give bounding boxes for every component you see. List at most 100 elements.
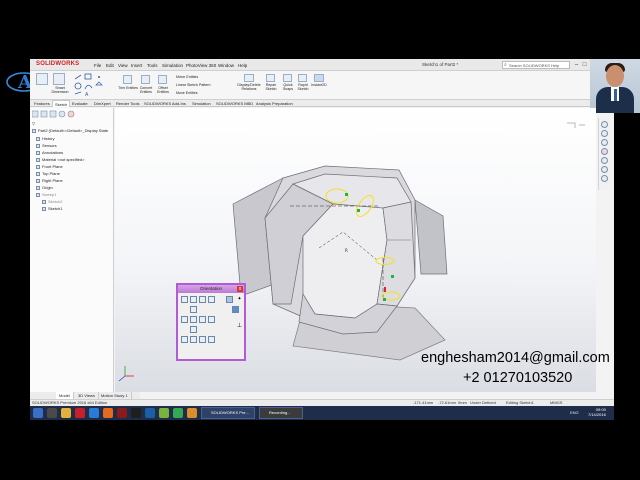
move-entities-label[interactable]: Move Entities	[176, 91, 224, 95]
file-explorer-icon[interactable]	[61, 408, 71, 418]
linear-pattern-label[interactable]: Linear Sketch Pattern	[176, 83, 224, 87]
menu-window[interactable]: Window	[218, 63, 234, 68]
tree-root-part[interactable]: Part2 (Default<<Default>_Display State	[32, 128, 108, 133]
back-view-icon[interactable]	[208, 316, 215, 323]
instant2d-icon[interactable]	[314, 74, 324, 82]
relations-icon[interactable]	[244, 74, 254, 82]
media-icon[interactable]	[131, 408, 141, 418]
sketch-icon[interactable]	[36, 73, 48, 85]
tree-item-front-plane[interactable]: Front Plane	[36, 164, 63, 169]
offset-entities-label[interactable]: Offset Entities	[153, 86, 173, 94]
tree-item-sketch2[interactable]: Sketch2	[42, 199, 62, 204]
design-library-icon[interactable]	[601, 139, 608, 146]
maximize-button[interactable]: □	[580, 61, 589, 69]
pin-icon[interactable]: ✦	[236, 296, 243, 303]
menu-tools[interactable]: Tools	[147, 63, 158, 68]
sketch-entity-icons[interactable]: A	[73, 73, 107, 97]
instant2d-label[interactable]: Instant2D	[309, 83, 329, 87]
tree-item-right-plane[interactable]: Right Plane	[36, 178, 63, 183]
solidworks-logo[interactable]: SOLIDWORKS	[36, 61, 79, 67]
appearances-icon[interactable]	[601, 148, 608, 155]
chrome-icon[interactable]	[173, 408, 183, 418]
tab-model[interactable]: Model	[56, 392, 74, 399]
repair-sketch-icon[interactable]	[266, 74, 275, 82]
folder-icon[interactable]	[187, 408, 197, 418]
view-pin-icon[interactable]	[181, 296, 188, 303]
tree-item-sensors[interactable]: Sensors	[36, 143, 57, 148]
tab-render-tools[interactable]: Render Tools	[114, 100, 142, 107]
menu-help[interactable]: Help	[238, 63, 247, 68]
isometric-cube-icon[interactable]	[232, 306, 239, 313]
tab-addins[interactable]: SOLIDWORKS Add-Ins	[142, 100, 188, 107]
ie-icon[interactable]	[89, 408, 99, 418]
heads-up-view-toolbar[interactable]	[565, 121, 595, 130]
menu-photoview[interactable]: PhotoView 360	[186, 63, 216, 68]
help-search-input[interactable]: ⌕ Search SOLIDWORKS Help	[502, 61, 570, 69]
close-icon[interactable]: x	[237, 286, 243, 292]
new-view-icon[interactable]	[190, 296, 197, 303]
tree-item-origin[interactable]: Origin	[36, 185, 53, 190]
menu-edit[interactable]: Edit	[106, 63, 114, 68]
home-icon[interactable]	[601, 121, 608, 128]
solidworks-icon[interactable]	[75, 408, 85, 418]
reset-view-icon[interactable]	[208, 296, 215, 303]
app-icon[interactable]	[117, 408, 127, 418]
mirror-entities-label[interactable]: Mirror Entities	[176, 75, 224, 79]
four-view-icon[interactable]	[208, 336, 215, 343]
system-clock[interactable]: 09:00 7/14/2016	[588, 407, 606, 417]
tab-sketch[interactable]: Sketch	[52, 100, 71, 107]
tray-language[interactable]: ENG	[570, 410, 579, 415]
tab-mbd[interactable]: SOLIDWORKS MBD	[214, 100, 255, 107]
offset-entities-icon[interactable]	[158, 75, 167, 84]
taskbar-recording-button[interactable]: Recording...	[259, 407, 303, 419]
tree-item-material[interactable]: Material <not specified>	[36, 157, 84, 162]
bottom-view-icon[interactable]	[190, 326, 197, 333]
view-palette-icon[interactable]	[601, 166, 608, 173]
tab-analysis-preparation[interactable]: Analysis Preparation	[254, 100, 295, 107]
display-delete-relations-label[interactable]: Display/Delete Relations	[234, 83, 264, 91]
smart-dimension-icon[interactable]	[53, 73, 65, 85]
resources-icon[interactable]	[601, 130, 608, 137]
custom-properties-icon[interactable]	[601, 175, 608, 182]
tree-filter-icon[interactable]: ▽	[32, 121, 35, 126]
tree-item-sweep1[interactable]: Sweep1	[36, 192, 56, 197]
search-icon[interactable]	[47, 408, 57, 418]
two-view-horizontal-icon[interactable]	[190, 336, 197, 343]
feature-manager-tabs[interactable]	[32, 110, 92, 118]
single-view-icon[interactable]	[181, 336, 188, 343]
tree-item-history[interactable]: History	[36, 136, 54, 141]
top-view-icon[interactable]	[190, 306, 197, 313]
tab-3d-views[interactable]: 3D Views	[75, 392, 99, 399]
firefox-icon[interactable]	[103, 408, 113, 418]
repair-sketch-label[interactable]: Repair Sketch	[262, 83, 280, 91]
start-icon[interactable]	[33, 408, 43, 418]
tab-features[interactable]: Features	[32, 100, 52, 107]
tab-simulation[interactable]: Simulation	[190, 100, 213, 107]
smart-dimension-label[interactable]: Smart Dimension	[48, 86, 72, 94]
tab-dimxpert[interactable]: DimXpert	[92, 100, 113, 107]
update-view-icon[interactable]	[199, 296, 206, 303]
rapid-sketch-icon[interactable]	[298, 74, 307, 82]
tab-motion-study[interactable]: Motion Study 1	[98, 392, 132, 399]
menu-simulation[interactable]: Simulation	[162, 63, 183, 68]
tree-item-annotations[interactable]: Annotations	[36, 150, 63, 155]
file-explorer-icon[interactable]	[601, 157, 608, 164]
quick-snaps-icon[interactable]	[283, 74, 292, 82]
tab-evaluate[interactable]: Evaluate	[70, 100, 90, 107]
trim-entities-icon[interactable]	[123, 75, 132, 84]
taskbar-solidworks-button[interactable]: SOLIDWORKS Pre...	[201, 407, 255, 419]
view-selector-icon[interactable]	[226, 296, 233, 303]
tree-item-top-plane[interactable]: Top Plane	[36, 171, 60, 176]
convert-entities-icon[interactable]	[141, 75, 150, 84]
menu-file[interactable]: File	[94, 63, 101, 68]
menu-insert[interactable]: Insert	[131, 63, 142, 68]
right-view-icon[interactable]	[199, 316, 206, 323]
word-icon[interactable]	[145, 408, 155, 418]
evernote-icon[interactable]	[159, 408, 169, 418]
two-view-vertical-icon[interactable]	[199, 336, 206, 343]
menu-view[interactable]: View	[118, 63, 128, 68]
front-view-icon[interactable]	[190, 316, 197, 323]
tree-item-sketch1[interactable]: Sketch1	[42, 206, 62, 211]
left-view-icon[interactable]	[181, 316, 188, 323]
normal-to-icon[interactable]: ⊥	[236, 323, 243, 330]
